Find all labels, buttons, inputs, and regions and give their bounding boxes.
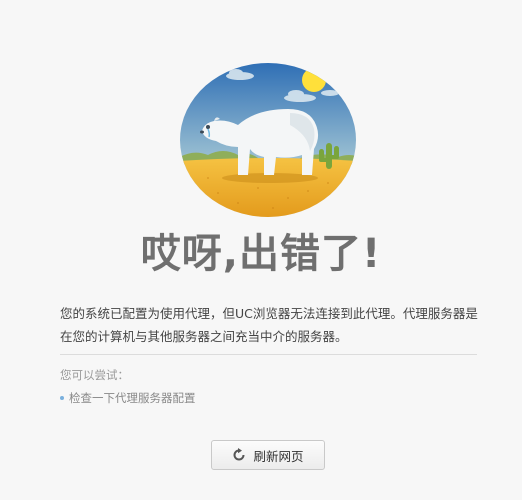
error-description: 您的系统已配置为使用代理，但UC浏览器无法连接到此代理。代理服务器是在您的计算机… bbox=[60, 306, 478, 344]
suggestion-item: 检查一下代理服务器配置 bbox=[60, 390, 196, 406]
refresh-button-label: 刷新网页 bbox=[253, 448, 304, 464]
bullet-icon bbox=[60, 396, 64, 400]
polar-bear-desert-illustration bbox=[180, 63, 356, 217]
sun-icon bbox=[302, 68, 326, 92]
error-headline: 哎呀,出错了! bbox=[140, 231, 382, 277]
suggestion-text: 检查一下代理服务器配置 bbox=[69, 391, 196, 405]
divider bbox=[60, 354, 477, 355]
refresh-icon bbox=[234, 448, 245, 461]
error-page: 哎呀,出错了! 您的系统已配置为使用代理，但UC浏览器无法连接到此代理。代理服务… bbox=[0, 0, 522, 500]
refresh-button[interactable]: 刷新网页 bbox=[211, 440, 325, 470]
try-label: 您可以尝试： bbox=[60, 368, 129, 382]
